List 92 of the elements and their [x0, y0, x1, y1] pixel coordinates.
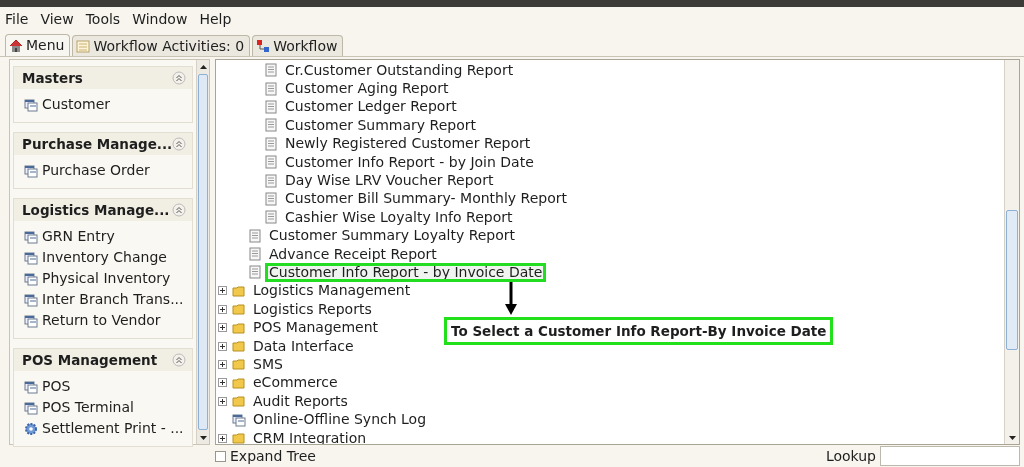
document-icon [264, 173, 278, 188]
tree-item[interactable]: Customer Summary Loyalty Report [267, 228, 518, 244]
tree-item[interactable]: POS Management [251, 320, 381, 336]
pointer-arrow [504, 282, 518, 316]
menu-item[interactable]: File [5, 8, 37, 30]
window-icon [24, 250, 38, 265]
window-icon [232, 412, 246, 427]
sidebar-item[interactable]: GRN Entry [24, 227, 187, 246]
window-icon [24, 379, 38, 394]
document-icon [264, 210, 278, 225]
tree-item[interactable]: Cashier Wise Loyalty Info Report [283, 209, 515, 225]
tree-item[interactable]: Logistics Reports [251, 301, 374, 317]
document-icon [264, 99, 278, 114]
sidebar-item[interactable]: Settlement Print - ... [24, 419, 187, 438]
tree-item[interactable]: Advance Receipt Report [267, 246, 439, 262]
sidebar-item[interactable]: Customer [24, 95, 187, 114]
menu-item[interactable]: Tools [85, 8, 129, 30]
tree-item[interactable]: Customer Ledger Report [283, 99, 459, 115]
window-icon [24, 163, 38, 178]
section-title: Purchase Manage... [22, 134, 173, 154]
tree-item[interactable]: Customer Aging Report [283, 81, 451, 97]
folder-icon [232, 302, 246, 317]
menu-item[interactable]: View [40, 8, 82, 30]
tree-item[interactable]: SMS [251, 356, 285, 372]
expand-toggle-icon[interactable] [218, 378, 227, 388]
expand-tree-checkbox[interactable] [215, 450, 226, 462]
folder-icon [232, 431, 246, 444]
window-icon [24, 229, 38, 244]
section-title: Logistics Manage... [22, 200, 170, 220]
expand-toggle-icon[interactable] [218, 359, 227, 369]
scrollbar-thumb[interactable] [198, 74, 208, 430]
section-title: POS Management [22, 350, 158, 370]
document-icon [264, 118, 278, 133]
document-icon [248, 247, 262, 262]
document-icon [248, 228, 262, 243]
menu-item[interactable]: Window [132, 8, 196, 30]
document-icon [264, 81, 278, 96]
sidebar-item[interactable]: Inter Branch Trans... [24, 290, 187, 309]
home-icon [9, 38, 23, 53]
sidebar-item[interactable]: Inventory Change [24, 248, 187, 267]
sidebar-item[interactable]: Return to Vendor [24, 311, 187, 330]
document-icon [264, 155, 278, 170]
tree-item[interactable]: Customer Summary Report [283, 117, 478, 133]
window-icon [24, 97, 38, 112]
tree-item[interactable]: Newly Registered Customer Report [283, 136, 533, 152]
checkbox-label[interactable]: Expand Tree [230, 445, 316, 467]
expand-toggle-icon[interactable] [218, 286, 227, 296]
lookup-field[interactable] [880, 446, 1020, 466]
tree-item[interactable]: Day Wise LRV Voucher Report [283, 173, 496, 189]
tree-item[interactable]: Logistics Management [251, 283, 413, 299]
tree-item[interactable]: eCommerce [251, 375, 340, 391]
window-icon [24, 400, 38, 415]
tree-item[interactable]: Customer Info Report - by Invoice Date [267, 265, 545, 280]
sidebar-item[interactable]: Purchase Order [24, 161, 187, 180]
document-icon [264, 63, 278, 78]
folder-icon [232, 283, 246, 298]
list-icon [76, 39, 91, 53]
flowchart-icon [256, 39, 271, 53]
folder-icon [232, 394, 246, 409]
tab[interactable]: Menu [5, 34, 71, 56]
tree-item[interactable]: Cr.Customer Outstanding Report [283, 62, 516, 78]
expand-toggle-icon[interactable] [218, 433, 227, 443]
document-icon [264, 191, 278, 206]
sidebar-item[interactable]: POS [24, 377, 187, 396]
tree-item[interactable]: Online-Offline Synch Log [251, 412, 429, 428]
sidebar-item[interactable]: POS Terminal [24, 398, 187, 417]
sidebar-item[interactable]: Physical Inventory [24, 269, 187, 288]
window-icon [24, 313, 38, 328]
callout-label: To Select a Customer Info Report-By Invoice Date [444, 317, 834, 346]
folder-icon [232, 339, 246, 354]
tab[interactable]: Workflow Activities: 0 [72, 35, 251, 56]
gear-icon [24, 421, 38, 436]
tree-item[interactable]: Customer Bill Summary- Monthly Report [283, 191, 569, 207]
tree-item[interactable]: Audit Reports [251, 393, 350, 409]
document-icon [264, 136, 278, 151]
scrollbar-thumb[interactable] [1006, 210, 1018, 350]
section-title: Masters [22, 68, 83, 88]
expand-toggle-icon[interactable] [218, 396, 227, 406]
folder-icon [232, 320, 246, 335]
window-icon [24, 271, 38, 286]
lookup-label: Lookup [825, 446, 876, 466]
tab[interactable]: Workflow [252, 35, 344, 56]
tree-item[interactable]: Data Interface [251, 338, 356, 354]
expand-toggle-icon[interactable] [218, 304, 227, 314]
window-icon [24, 292, 38, 307]
folder-icon [232, 357, 246, 372]
expand-toggle-icon[interactable] [218, 341, 227, 351]
menu-item[interactable]: Help [199, 8, 240, 30]
document-icon [248, 265, 262, 280]
expand-toggle-icon[interactable] [218, 323, 227, 333]
folder-icon [232, 375, 246, 390]
tree-item[interactable]: Customer Info Report - by Join Date [283, 154, 536, 170]
